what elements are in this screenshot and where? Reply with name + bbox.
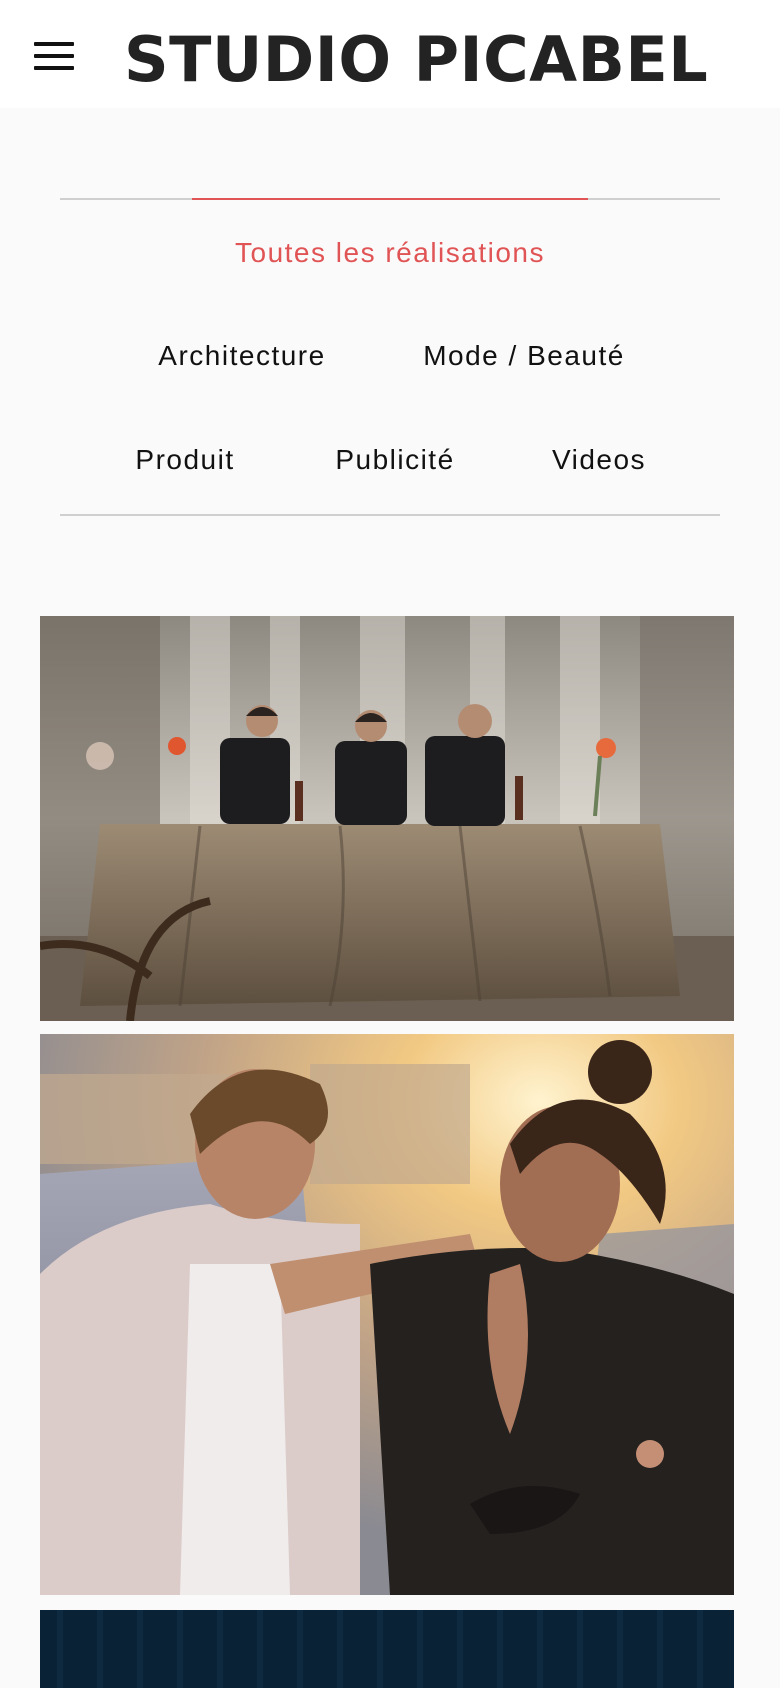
filter-all[interactable]: Toutes les réalisations: [235, 235, 545, 271]
filter-divider-bottom: [60, 514, 720, 516]
filter-architecture[interactable]: Architecture: [158, 338, 325, 374]
site-header: STUDIO PICABEL: [0, 0, 780, 108]
photo-couple-sunset: [40, 1034, 734, 1595]
filter-produit[interactable]: Produit: [135, 442, 234, 478]
hamburger-menu-icon[interactable]: [34, 40, 76, 72]
gallery-item-chefs-table[interactable]: [40, 616, 734, 1021]
portfolio-filter-nav: Toutes les réalisations Architecture Mod…: [60, 198, 720, 516]
gallery-item-blue-curtain[interactable]: [40, 1610, 734, 1688]
site-logo[interactable]: STUDIO PICABEL: [124, 22, 708, 98]
active-filter-indicator: [192, 198, 588, 200]
filter-publicite[interactable]: Publicité: [335, 442, 454, 478]
photo-blue-curtain: [40, 1610, 734, 1688]
photo-chefs-table: [40, 616, 734, 1021]
filter-videos[interactable]: Videos: [552, 442, 646, 478]
filter-mode-beaute[interactable]: Mode / Beauté: [423, 338, 625, 374]
gallery-item-couple-sunset[interactable]: [40, 1034, 734, 1595]
